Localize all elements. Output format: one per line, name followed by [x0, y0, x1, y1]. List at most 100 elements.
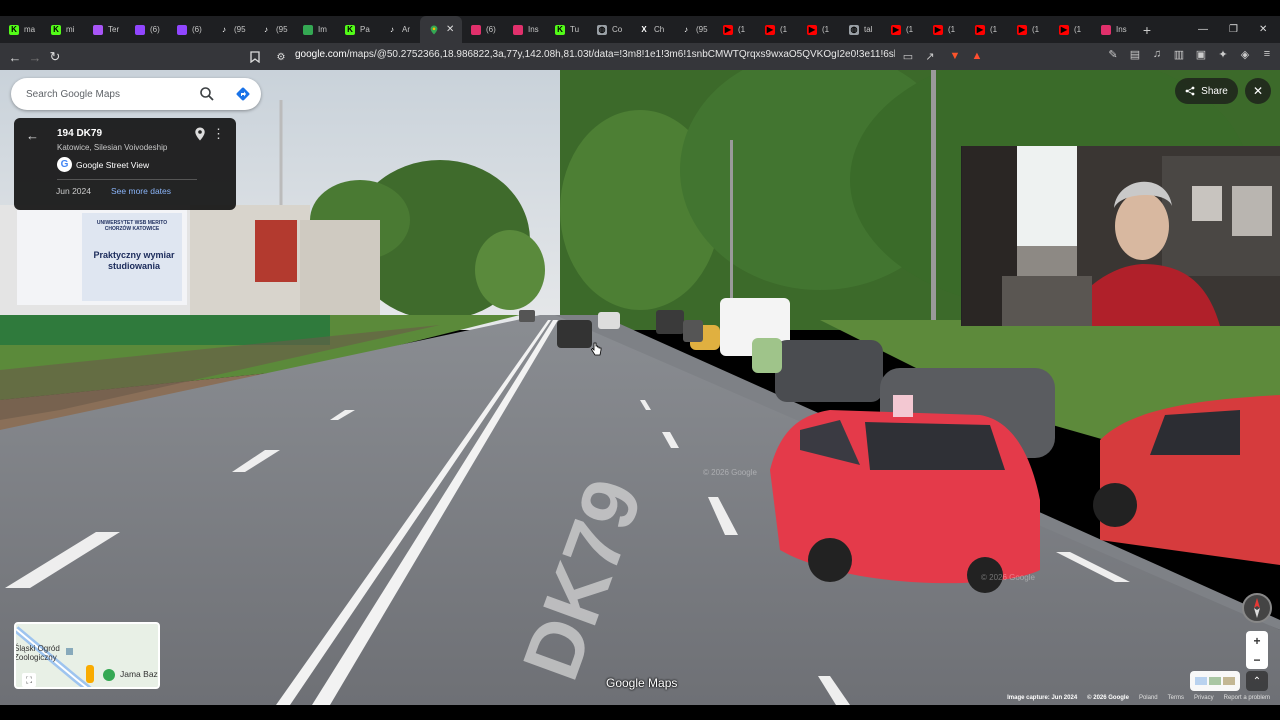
vpn-icon[interactable]: ◈ [1238, 47, 1252, 61]
browser-tab[interactable]: ▶ (1 [1050, 16, 1092, 43]
screen: Kma Kmi Ter (6) (6) ♪ (95 ♪ (95 Im K Pa ♪ Ar ✕ (6) Ins… [0, 0, 1280, 720]
layer-thumb-icon [1195, 677, 1207, 685]
browser-tab[interactable]: K Tu [546, 16, 588, 43]
browser-tab[interactable]: ♪ (95 [210, 16, 252, 43]
browser-tab[interactable]: K Pa [336, 16, 378, 43]
layer-thumb-icon [1223, 677, 1235, 685]
browser-tab[interactable]: ▶ (1 [966, 16, 1008, 43]
tab-label: (6) [150, 25, 160, 34]
sidebar-icon[interactable]: ▤ [1128, 47, 1142, 61]
browser-tab[interactable]: Ins [504, 16, 546, 43]
k-icon: K [555, 24, 565, 35]
search-icon[interactable] [199, 86, 215, 102]
capture-date: Jun 2024 [56, 186, 91, 196]
browser-tab[interactable]: (6) [462, 16, 504, 43]
location-title: 194 DK79 [57, 128, 103, 139]
report-problem-link[interactable]: Report a problem [1224, 695, 1270, 701]
share-button[interactable]: Share [1175, 78, 1238, 104]
chevron-up-icon[interactable]: ⌃ [1246, 671, 1268, 691]
extensions-icon[interactable]: ✎ [1106, 47, 1120, 61]
location-pin-icon[interactable] [194, 127, 206, 141]
tab-label: (1 [738, 25, 746, 34]
browser-tab[interactable]: Kma [0, 16, 42, 43]
image-capture-info: Image capture: Jun 2024 [1007, 695, 1078, 701]
minimap-label-place: Jama Baz [120, 669, 158, 679]
tab-label: (1 [1032, 25, 1040, 34]
tiktok-icon: ♪ [222, 25, 226, 34]
layers-button[interactable] [1190, 671, 1240, 691]
street-view-panorama[interactable]: DK79 © 2026 Google © 2026 Google UNIWERS… [0, 70, 1280, 705]
country-link[interactable]: Poland [1139, 695, 1158, 701]
tab-label: (1 [780, 25, 788, 34]
tab-label: (6) [486, 25, 496, 34]
menu-icon[interactable]: ≡ [1260, 47, 1274, 61]
maximize-button[interactable]: ❐ [1229, 16, 1238, 43]
more-options-icon[interactable]: ⋮ [212, 126, 225, 142]
browser-tab[interactable]: ▶ (1 [882, 16, 924, 43]
close-window-button[interactable]: ✕ [1259, 16, 1267, 43]
browser-tab[interactable]: ♪ (95 [672, 16, 714, 43]
browser-tab[interactable]: ▶ (1 [1008, 16, 1050, 43]
site-settings-icon[interactable]: ⚙ [271, 47, 291, 67]
browser-tab[interactable]: X Ch [630, 16, 672, 43]
navigation-bar: ← → ↻ ⚙ google.com/maps/@50.2752366,18.9… [0, 43, 1280, 70]
leo-ai-icon[interactable]: ✦ [1216, 47, 1230, 61]
tab-label: Ins [528, 25, 539, 34]
browser-tab[interactable]: ◍ tal [840, 16, 882, 43]
back-arrow-icon[interactable]: ← [26, 128, 39, 143]
reading-list-icon[interactable]: ▥ [1172, 47, 1186, 61]
zoom-control: + − [1246, 631, 1268, 669]
close-street-view-button[interactable]: ✕ [1245, 78, 1271, 104]
cast-icon[interactable]: ▭ [901, 49, 915, 63]
wallet-icon[interactable]: ▣ [1194, 47, 1208, 61]
directions-icon[interactable] [235, 86, 251, 102]
browser-tab[interactable]: ◍ Co [588, 16, 630, 43]
back-icon[interactable]: ← [5, 47, 25, 67]
youtube-icon: ▶ [723, 24, 733, 35]
browser-tab[interactable]: (6) [168, 16, 210, 43]
tab-label: (95 [234, 25, 246, 34]
media-icon[interactable]: ♫ [1150, 47, 1164, 61]
expand-map-icon[interactable]: ⛶ [22, 673, 36, 687]
share-icon [1185, 86, 1195, 96]
share-page-icon[interactable]: ↗ [923, 49, 937, 63]
layer-thumb-icon [1209, 677, 1221, 685]
brave-rewards-icon[interactable]: ▲ [970, 49, 984, 63]
brave-shield-icon[interactable]: ▼ [948, 49, 962, 63]
tab-label: (95 [696, 25, 708, 34]
zoom-in-button[interactable]: + [1253, 634, 1260, 648]
terms-link[interactable]: Terms [1168, 695, 1184, 701]
tab-active-google-maps[interactable]: ✕ [420, 16, 462, 43]
browser-tab[interactable]: ▶ (1 [714, 16, 756, 43]
browser-tab[interactable]: Ter [84, 16, 126, 43]
new-tab-button[interactable]: + [1134, 22, 1160, 38]
watermark: © 2026 Google [981, 573, 1035, 582]
minimize-button[interactable]: — [1198, 16, 1208, 43]
tiktok-icon: ♪ [390, 25, 394, 34]
bookmark-icon[interactable] [245, 47, 265, 67]
see-more-dates-link[interactable]: See more dates [111, 186, 171, 196]
compass-control[interactable] [1242, 593, 1272, 623]
minimap[interactable]: Śląski Ogród Zoologiczny Jama Baz ⛶ [14, 622, 160, 689]
zoom-out-button[interactable]: − [1253, 653, 1260, 667]
forward-icon[interactable]: → [25, 47, 45, 67]
share-label: Share [1201, 85, 1228, 97]
globe-icon: ◍ [597, 24, 607, 35]
browser-tab[interactable]: ♪ (95 [252, 16, 294, 43]
watermark: © 2026 Google [703, 468, 757, 477]
tab-label: (95 [276, 25, 288, 34]
browser-tab[interactable]: ▶ (1 [756, 16, 798, 43]
address-bar[interactable]: google.com/maps/@50.2752366,18.986822,3a… [295, 49, 895, 60]
close-tab-icon[interactable]: ✕ [446, 24, 454, 35]
browser-tab[interactable]: ▶ (1 [798, 16, 840, 43]
browser-tab[interactable]: Ins [1092, 16, 1134, 43]
browser-tab[interactable]: Kmi [42, 16, 84, 43]
browser-tab[interactable]: ♪ Ar [378, 16, 420, 43]
browser-tab[interactable]: (6) [126, 16, 168, 43]
x-icon: X [641, 25, 647, 34]
browser-tab[interactable]: Im [294, 16, 336, 43]
reload-icon[interactable]: ↻ [45, 47, 65, 67]
search-input[interactable] [26, 88, 196, 100]
privacy-link[interactable]: Privacy [1194, 695, 1214, 701]
browser-tab[interactable]: ▶ (1 [924, 16, 966, 43]
